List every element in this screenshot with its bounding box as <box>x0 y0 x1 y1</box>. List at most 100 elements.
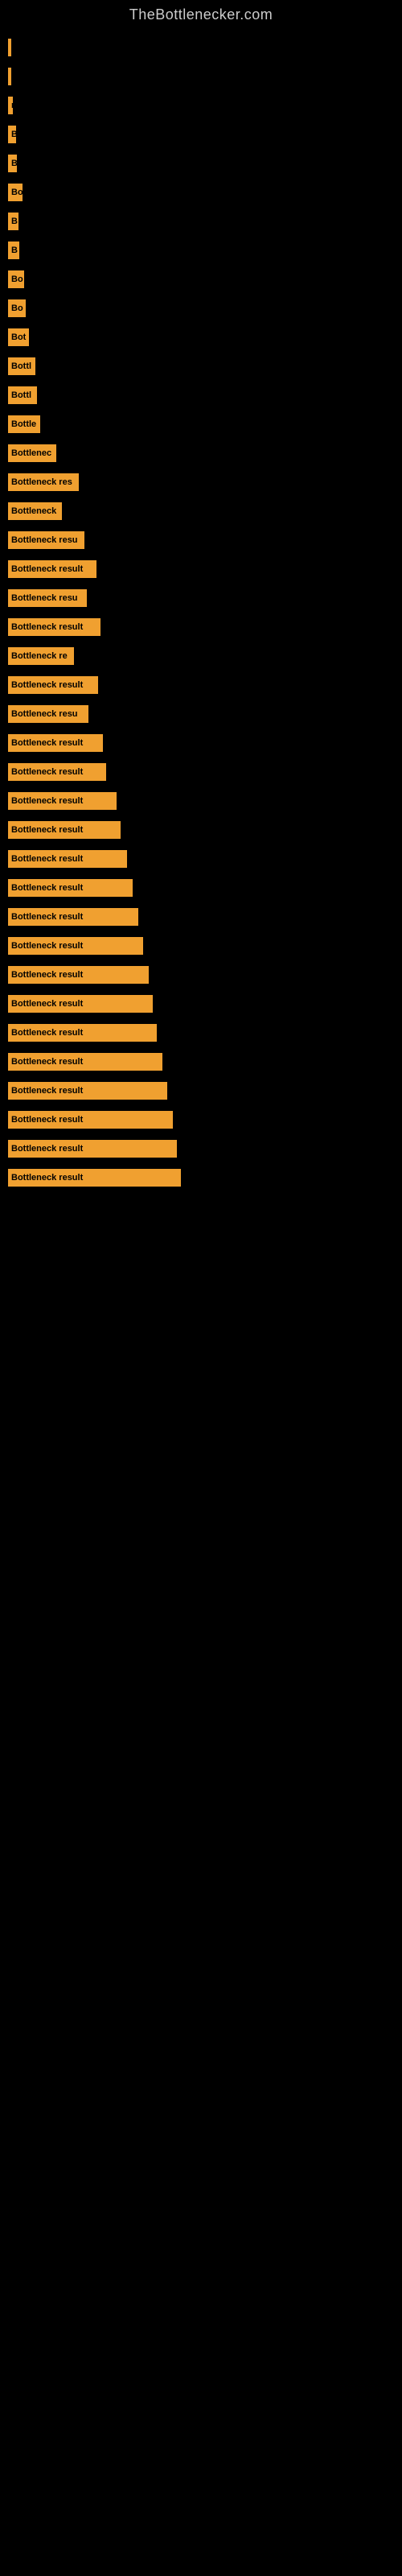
bar-label: Bo <box>11 188 23 197</box>
bar-label: Bottle <box>11 419 36 429</box>
bar: Bottleneck result <box>8 1053 162 1071</box>
bar-row: Bottleneck result <box>8 759 402 785</box>
bar: Bo <box>8 184 23 201</box>
bar <box>8 68 11 85</box>
bar: Bottleneck result <box>8 1169 181 1187</box>
bar: Bottleneck result <box>8 821 121 839</box>
bar-label: B <box>11 217 18 226</box>
bar: Bottl <box>8 357 35 375</box>
bar-label: Bottleneck result <box>11 796 83 806</box>
bar-label: Bottleneck re <box>11 651 68 661</box>
bar-label: r <box>11 101 13 110</box>
bar: Bottleneck result <box>8 618 100 636</box>
bar-label: Bottleneck result <box>11 622 83 632</box>
bar-row: Bottleneck result <box>8 1078 402 1104</box>
bar: Bottleneck result <box>8 560 96 578</box>
bar-row: B <box>8 151 402 176</box>
bar-row: Bottleneck result <box>8 1020 402 1046</box>
bar-row: Bot <box>8 324 402 350</box>
bar: Bottleneck res <box>8 473 79 491</box>
bar-label: Bottleneck result <box>11 854 83 864</box>
bar: B <box>8 155 17 172</box>
bar-label: Bottleneck result <box>11 912 83 922</box>
bar-label: Bottleneck result <box>11 825 83 835</box>
bar: Bottleneck result <box>8 937 143 955</box>
bar: Bottle <box>8 415 40 433</box>
bar: Bottleneck result <box>8 1082 167 1100</box>
bar-row: Bo <box>8 295 402 321</box>
bar: Bottleneck resu <box>8 531 84 549</box>
bar-row: Bottleneck result <box>8 1165 402 1191</box>
bar-row: Bottleneck result <box>8 614 402 640</box>
bar: Bottleneck re <box>8 647 74 665</box>
bar-label: Bottleneck result <box>11 1173 83 1183</box>
bar-row: Bottleneck result <box>8 904 402 930</box>
bar-label: Bottleneck <box>11 506 56 516</box>
bar-row: Bottl <box>8 353 402 379</box>
bar-row: Bo <box>8 180 402 205</box>
bar: Bot <box>8 328 29 346</box>
bar: Bottleneck result <box>8 1024 157 1042</box>
bar-label: Bottleneck res <box>11 477 72 487</box>
bar-row: Bottleneck resu <box>8 585 402 611</box>
bar-row: Bottleneck result <box>8 1107 402 1133</box>
bar: Bo <box>8 270 24 288</box>
bar-row: Bottleneck result <box>8 788 402 814</box>
bar: Bottleneck result <box>8 879 133 897</box>
bar: Bottleneck result <box>8 1140 177 1158</box>
bar: Bottleneck result <box>8 995 153 1013</box>
bar-label: Bottleneck result <box>11 883 83 893</box>
bar: Bottleneck result <box>8 850 127 868</box>
bar: Bottleneck result <box>8 763 106 781</box>
bar-label: Bottleneck result <box>11 1028 83 1038</box>
bar-row: Bottleneck result <box>8 991 402 1017</box>
bar: | <box>8 39 11 56</box>
bar-label: Bottl <box>11 390 31 400</box>
bar-row: Bottleneck result <box>8 1049 402 1075</box>
bar: Bottl <box>8 386 37 404</box>
bar: Bottleneck result <box>8 676 98 694</box>
bars-container: | r B B Bo B B Bo Bo Bot Bottl Bottl Bottle Bottlenec… <box>0 27 402 1202</box>
bar-label: Bot <box>11 332 26 342</box>
bar-label: Bottleneck resu <box>11 535 78 545</box>
bar-label: Bottleneck result <box>11 738 83 748</box>
bar: B <box>8 126 16 143</box>
bar-row: Bottlenec <box>8 440 402 466</box>
bar: B <box>8 213 18 230</box>
bar: B <box>8 242 19 259</box>
bar-label: Bottleneck result <box>11 999 83 1009</box>
bar-row: Bottleneck resu <box>8 527 402 553</box>
bar-row: Bo <box>8 266 402 292</box>
bar-row: Bottleneck result <box>8 730 402 756</box>
bar-row: Bottleneck result <box>8 933 402 959</box>
bar-label: Bottleneck result <box>11 564 83 574</box>
bar-row: Bottleneck res <box>8 469 402 495</box>
bar: Bottleneck resu <box>8 589 87 607</box>
site-title: TheBottlenecker.com <box>0 0 402 27</box>
bar: Bo <box>8 299 26 317</box>
bar-row: r <box>8 93 402 118</box>
bar-label: Bottleneck result <box>11 1115 83 1125</box>
bar-label: Bottleneck result <box>11 1144 83 1154</box>
bar-row: Bottleneck result <box>8 875 402 901</box>
bar: Bottleneck result <box>8 734 103 752</box>
bar-row <box>8 64 402 89</box>
bar-row: Bottleneck <box>8 498 402 524</box>
bar-row: B <box>8 122 402 147</box>
bar-label: Bo <box>11 275 23 284</box>
bar-label: Bottleneck result <box>11 680 83 690</box>
bar-row: Bottleneck result <box>8 817 402 843</box>
bar-row: B <box>8 208 402 234</box>
bar-row: Bottleneck re <box>8 643 402 669</box>
bar-label: B <box>11 246 18 255</box>
bar-label: Bottl <box>11 361 31 371</box>
bar-row: Bottleneck result <box>8 962 402 988</box>
bar-label: B <box>11 159 17 168</box>
bar-label: Bottleneck result <box>11 970 83 980</box>
bar-label: Bottleneck result <box>11 1057 83 1067</box>
bar-label: Bottlenec <box>11 448 51 458</box>
bar: Bottleneck result <box>8 966 149 984</box>
bar-row: Bottle <box>8 411 402 437</box>
bar: Bottleneck result <box>8 908 138 926</box>
bar-label: Bottleneck result <box>11 767 83 777</box>
